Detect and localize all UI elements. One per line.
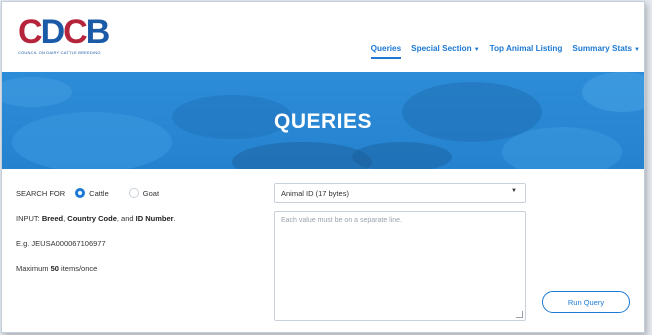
input-format-instruction: INPUT: Breed, Country Code, and ID Numbe…	[16, 214, 176, 223]
search-for-row: SEARCH FOR Cattle Goat	[16, 188, 256, 198]
run-query-button[interactable]: Run Query	[542, 291, 630, 313]
page-window: CDCB COUNCIL ON DAIRY CATTLE BREEDING Qu…	[1, 1, 645, 333]
nav-special-section[interactable]: Special Section ▼	[411, 44, 479, 53]
input-example: E.g. JEUSA000067106977	[16, 239, 106, 248]
chevron-down-icon: ▼	[473, 47, 480, 53]
radio-cattle-label: Cattle	[89, 188, 109, 198]
logo-mark: CDCB	[18, 13, 110, 51]
main-nav: Queries Special Section ▼ Top Animal List…	[370, 44, 640, 59]
radio-goat[interactable]: Goat	[128, 188, 160, 198]
hero-banner: QUERIES	[2, 72, 644, 169]
cdcb-logo[interactable]: CDCB COUNCIL ON DAIRY CATTLE BREEDING	[18, 13, 118, 56]
radio-checked-icon	[75, 188, 86, 198]
radio-unchecked-icon	[128, 188, 139, 198]
search-for-label: SEARCH FOR	[16, 188, 66, 198]
page-title: QUERIES	[273, 110, 373, 133]
search-options-panel: SEARCH FOR Cattle Goat INPUT: Breed, Cou…	[16, 188, 256, 273]
id-type-select-value: Animal ID (17 bytes)	[281, 189, 349, 198]
radio-goat-label: Goat	[142, 188, 160, 198]
radio-cattle[interactable]: Cattle	[75, 188, 109, 198]
chevron-down-icon: ▼	[634, 47, 640, 53]
nav-top-animal-listing[interactable]: Top Animal Listing	[490, 44, 563, 53]
id-type-select[interactable]: Animal ID (17 bytes) ▼	[274, 183, 526, 203]
nav-summary-stats[interactable]: Summary Stats ▼	[572, 44, 640, 53]
chevron-down-icon: ▼	[511, 188, 517, 194]
max-items-note: Maximum 50 items/once	[16, 264, 98, 273]
values-input-placeholder: Each value must be on a separate line.	[281, 217, 403, 224]
site-header: CDCB COUNCIL ON DAIRY CATTLE BREEDING Qu…	[2, 2, 644, 72]
nav-queries[interactable]: Queries	[370, 44, 401, 59]
resize-handle-icon[interactable]	[516, 311, 523, 318]
values-input[interactable]: Each value must be on a separate line.	[274, 211, 526, 321]
